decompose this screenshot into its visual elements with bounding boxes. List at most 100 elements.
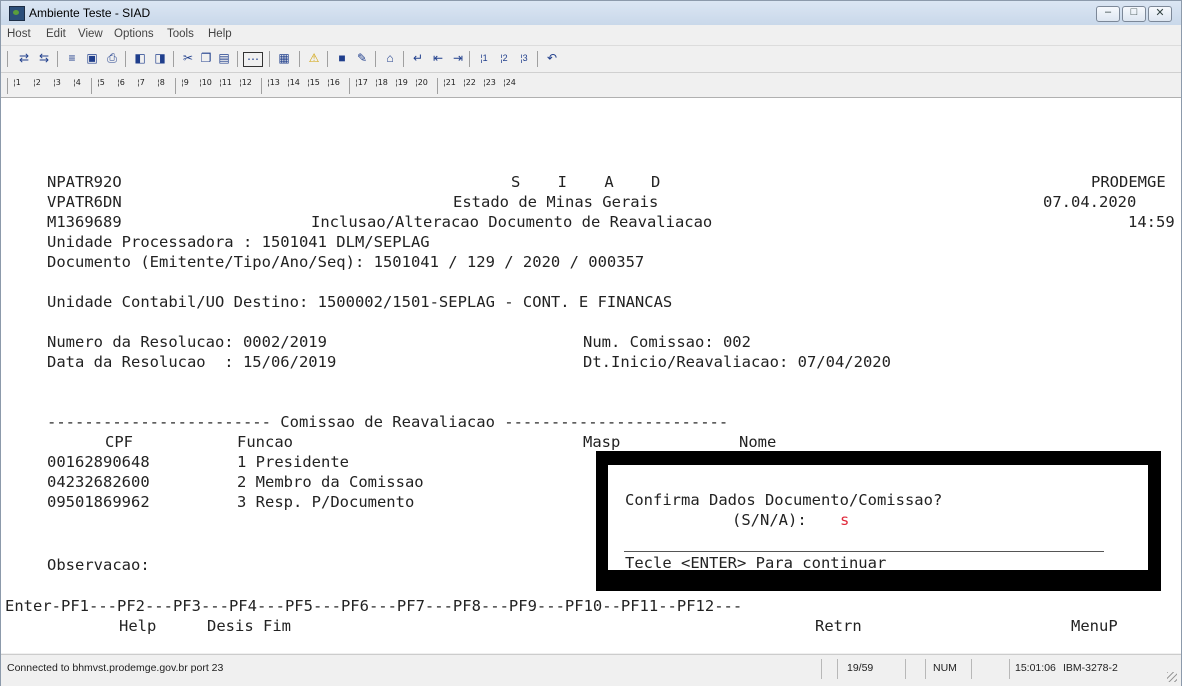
resize-grip-icon[interactable]	[1167, 672, 1177, 682]
program-id-1: NPATR92O	[47, 173, 122, 191]
program-id-2: VPATR6DN	[47, 193, 122, 211]
pf3-key[interactable]: ¦3	[53, 78, 61, 87]
connection-status: Connected to bhmvst.prodemge.gov.br port…	[7, 662, 224, 674]
pf24-key[interactable]: ¦24	[503, 78, 516, 87]
pa2-icon[interactable]: ¦2	[495, 50, 513, 67]
data-resolucao: Data da Resolucao : 15/06/2019	[47, 353, 337, 371]
state-title: Estado de Minas Gerais	[453, 193, 659, 211]
toolbar-separator	[125, 51, 126, 67]
edit-icon[interactable]: ✎	[353, 50, 371, 67]
tab-icon[interactable]: ⇥	[449, 50, 467, 67]
menu-help[interactable]: Help	[208, 28, 232, 40]
toolbar-separator	[375, 51, 376, 67]
pf13-key[interactable]: ¦13	[267, 78, 280, 87]
minimize-button[interactable]: –	[1096, 6, 1120, 22]
menu-view[interactable]: View	[78, 28, 103, 40]
home-icon[interactable]: ⌂	[381, 50, 399, 67]
confirm-dialog: Confirma Dados Documento/Comissao? (S/N/…	[596, 451, 1161, 591]
pf5-key[interactable]: ¦5	[97, 78, 105, 87]
pf20-key[interactable]: ¦20	[415, 78, 428, 87]
program-id-3: M1369689	[47, 213, 122, 231]
pf10-key[interactable]: ¦10	[199, 78, 212, 87]
current-date: 07.04.2020	[1043, 193, 1137, 211]
system-title: S I A D	[511, 173, 661, 191]
row-cpf: 04232682600	[47, 473, 150, 491]
toolbar-separator	[469, 51, 470, 67]
num-comissao: Num. Comissao: 002	[583, 333, 751, 351]
confirm-options: (S/N/A):	[732, 511, 807, 529]
pf11-key[interactable]: ¦11	[219, 78, 232, 87]
pa1-icon[interactable]: ¦1	[475, 50, 493, 67]
pf21-key[interactable]: ¦21	[443, 78, 456, 87]
pf4-key[interactable]: ¦4	[73, 78, 81, 87]
close-button[interactable]: ✕	[1148, 6, 1172, 22]
menu-bar: Host Edit View Options Tools Help	[1, 25, 1181, 46]
pf9-key[interactable]: ¦9	[181, 78, 189, 87]
send-icon[interactable]: ≡	[63, 50, 81, 67]
pa3-icon[interactable]: ¦3	[515, 50, 533, 67]
menu-tools[interactable]: Tools	[167, 28, 194, 40]
pf2-desis: Desis	[207, 617, 254, 635]
pf18-key[interactable]: ¦18	[375, 78, 388, 87]
pf8-key[interactable]: ¦8	[157, 78, 165, 87]
pf15-key[interactable]: ¦15	[307, 78, 320, 87]
pf12-key[interactable]: ¦12	[239, 78, 252, 87]
column-funcao: Funcao	[237, 433, 293, 451]
session2-icon[interactable]: ◨	[151, 50, 169, 67]
toolbar-separator	[7, 51, 8, 67]
pf7-key[interactable]: ¦7	[137, 78, 145, 87]
window-title: Ambiente Teste - SIAD	[29, 6, 151, 20]
pf3-fim: Fim	[263, 617, 291, 635]
pf-key-toolbar: ¦1 ¦2 ¦3 ¦4 ¦5 ¦6 ¦7 ¦8 ¦9 ¦10 ¦11 ¦12 ¦…	[1, 73, 1181, 98]
connect-icon[interactable]: ⇄	[15, 50, 33, 67]
undo-icon[interactable]: ↶	[543, 50, 561, 67]
pf9-retrn: Retrn	[815, 617, 862, 635]
column-nome: Nome	[739, 433, 777, 451]
pf19-key[interactable]: ¦19	[395, 78, 408, 87]
status-divider	[971, 659, 972, 679]
status-divider	[1009, 659, 1010, 679]
macro-icon[interactable]: ▦	[275, 50, 293, 67]
unidade-processadora: Unidade Processadora : 1501041 DLM/SEPLA…	[47, 233, 430, 251]
toolbar-separator	[173, 51, 174, 67]
pf17-key[interactable]: ¦17	[355, 78, 368, 87]
receive-icon[interactable]: ▣	[83, 50, 101, 67]
session-icon[interactable]: ◧	[131, 50, 149, 67]
copy-icon[interactable]: ❐	[197, 50, 215, 67]
warning-icon[interactable]: ⚠	[305, 50, 323, 67]
pf14-key[interactable]: ¦14	[287, 78, 300, 87]
minimize-icon: –	[1104, 6, 1112, 18]
row-cpf: 09501869962	[47, 493, 150, 511]
menu-edit[interactable]: Edit	[46, 28, 66, 40]
main-toolbar: ⇄ ⇆ ≡ ▣ ⎙ ◧ ◨ ✂ ❐ ▤ ⋯ ▦ ⚠ ■ ✎ ⌂ ↵ ⇤ ⇥ ¦1…	[1, 46, 1181, 73]
confirm-hint: Tecle <ENTER> Para continuar	[625, 554, 887, 572]
status-divider	[925, 659, 926, 679]
pf12-menup: MenuP	[1071, 617, 1118, 635]
dt-inicio-reavaliacao: Dt.Inicio/Reavaliacao: 07/04/2020	[583, 353, 891, 371]
pf16-key[interactable]: ¦16	[327, 78, 340, 87]
keypad-icon[interactable]: ⋯	[243, 52, 263, 67]
newline-icon[interactable]: ⇤	[429, 50, 447, 67]
paste-icon[interactable]: ▤	[215, 50, 233, 67]
pf22-key[interactable]: ¦22	[463, 78, 476, 87]
screen-icon[interactable]: ■	[333, 50, 351, 67]
terminal-screen[interactable]: NPATR92O S I A D PRODEMGE VPATR6DN Estad…	[1, 98, 1181, 653]
status-divider	[837, 659, 838, 679]
menu-options[interactable]: Options	[114, 28, 154, 40]
pf23-key[interactable]: ¦23	[483, 78, 496, 87]
pf1-help: Help	[119, 617, 157, 635]
pf2-key[interactable]: ¦2	[33, 78, 41, 87]
pf1-key[interactable]: ¦1	[13, 78, 21, 87]
menu-host[interactable]: Host	[7, 28, 31, 40]
enter-icon[interactable]: ↵	[409, 50, 427, 67]
disconnect-icon[interactable]: ⇆	[35, 50, 53, 67]
confirm-answer-input[interactable]: s	[840, 511, 849, 529]
cut-icon[interactable]: ✂	[179, 50, 197, 67]
toolbar-separator	[261, 78, 262, 94]
maximize-button[interactable]: □	[1122, 6, 1146, 22]
row-funcao: 1 Presidente	[237, 453, 349, 471]
row-cpf: 00162890648	[47, 453, 150, 471]
print-icon[interactable]: ⎙	[103, 50, 121, 67]
pf6-key[interactable]: ¦6	[117, 78, 125, 87]
title-bar: Ambiente Teste - SIAD – □ ✕	[1, 1, 1181, 25]
